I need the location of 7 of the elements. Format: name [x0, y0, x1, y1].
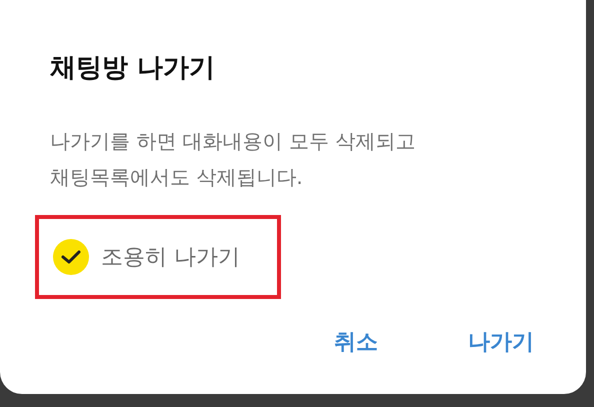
checkbox-label: 조용히 나가기: [101, 244, 240, 272]
cancel-button[interactable]: 취소: [334, 327, 378, 357]
checkbox[interactable]: [53, 239, 89, 275]
dialog-title: 채팅방 나가기: [50, 52, 216, 85]
check-icon: [61, 249, 81, 265]
dialog-message: 나가기를 하면 대화내용이 모두 삭제되고 채팅목록에서도 삭제됩니다.: [50, 128, 416, 191]
leave-button[interactable]: 나가기: [468, 327, 534, 357]
